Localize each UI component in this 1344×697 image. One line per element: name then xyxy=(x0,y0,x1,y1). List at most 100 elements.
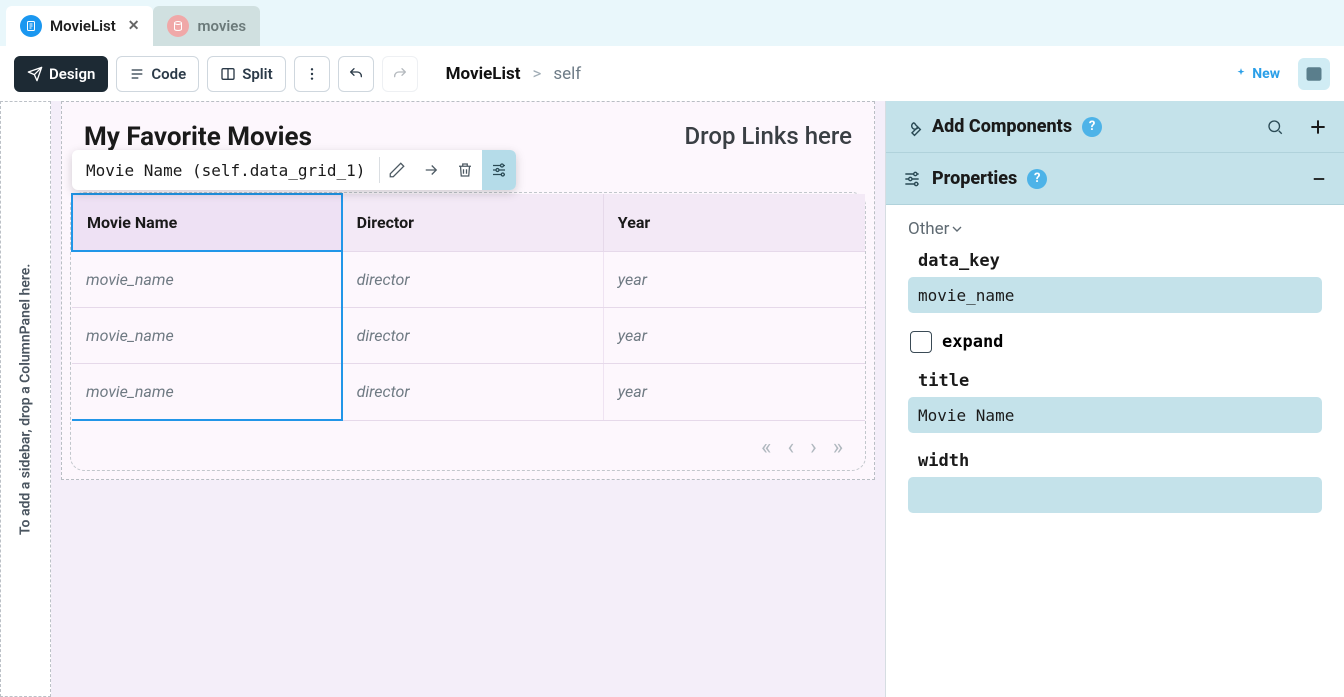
search-icon[interactable] xyxy=(1266,118,1284,136)
tab-label: movies xyxy=(197,17,246,35)
prop-label: width xyxy=(908,451,1322,471)
tab-movielist[interactable]: MovieList ✕ xyxy=(6,6,153,46)
undo-button[interactable] xyxy=(338,56,374,92)
plus-icon[interactable] xyxy=(1308,117,1328,137)
design-button[interactable]: Design xyxy=(14,56,108,92)
sparkle-icon xyxy=(1234,67,1248,81)
grid-cell: movie_name xyxy=(72,364,342,421)
grid-cell: director xyxy=(342,251,604,308)
paper-plane-icon xyxy=(27,66,43,82)
grid-header-row: Movie Name Director Year xyxy=(72,194,865,251)
dots-vertical-icon xyxy=(304,66,320,82)
tab-movies[interactable]: movies xyxy=(153,6,260,46)
properties-label: Properties xyxy=(932,168,1017,189)
settings-button[interactable] xyxy=(482,150,516,190)
grid-cell: movie_name xyxy=(72,308,342,364)
split-button[interactable]: Split xyxy=(207,56,285,92)
close-icon[interactable]: ✕ xyxy=(128,18,140,34)
split-label: Split xyxy=(242,65,272,83)
other-group[interactable]: Other xyxy=(908,219,1322,239)
prop-width: width xyxy=(908,451,1322,513)
properties-body: Other data_key expand title width xyxy=(886,205,1344,545)
expand-checkbox[interactable] xyxy=(910,331,932,353)
design-label: Design xyxy=(49,65,95,83)
new-label: New xyxy=(1252,66,1280,82)
grid-header-director[interactable]: Director xyxy=(342,194,604,251)
add-components-header[interactable]: Add Components ? xyxy=(886,101,1344,153)
form-icon xyxy=(20,15,42,37)
properties-header[interactable]: Properties ? xyxy=(886,153,1344,205)
properties-section: Properties ? Other data_key expand xyxy=(886,153,1344,545)
db-icon xyxy=(167,15,189,37)
add-components-label: Add Components xyxy=(932,116,1072,137)
table-row[interactable]: movie_name director year xyxy=(72,308,865,364)
page-title[interactable]: My Favorite Movies xyxy=(84,122,312,152)
add-components-section: Add Components ? xyxy=(886,101,1344,153)
pencil-icon xyxy=(388,161,406,179)
sliders-icon xyxy=(902,169,922,189)
chevron-down-icon xyxy=(949,221,965,237)
width-input[interactable] xyxy=(908,477,1322,513)
data-grid[interactable]: Movie Name Director Year movie_name dire… xyxy=(70,192,866,471)
sidebar-dropzone[interactable]: To add a sidebar, drop a ColumnPanel her… xyxy=(0,101,51,697)
canvas-inner: My Favorite Movies Drop Links here Movie… xyxy=(51,101,885,697)
table-row[interactable]: movie_name director year xyxy=(72,364,865,421)
breadcrumb: MovieList > self xyxy=(446,64,582,84)
page-prev-icon[interactable]: ‹ xyxy=(787,435,794,460)
code-button[interactable]: Code xyxy=(116,56,199,92)
edit-bar-title: Movie Name (self.data_grid_1) xyxy=(72,161,379,180)
table-row[interactable]: movie_name director year xyxy=(72,251,865,308)
prop-label: title xyxy=(908,371,1322,391)
chevron-right-icon: > xyxy=(532,64,541,84)
breadcrumb-leaf[interactable]: self xyxy=(553,64,581,84)
grid-cell: director xyxy=(342,364,604,421)
prop-expand[interactable]: expand xyxy=(908,331,1322,353)
grid-header-movie-name[interactable]: Movie Name xyxy=(72,194,342,251)
prop-title: title xyxy=(908,371,1322,433)
goto-button[interactable] xyxy=(414,150,448,190)
toggle-panel-button[interactable] xyxy=(1298,58,1330,90)
page-last-icon[interactable]: » xyxy=(833,435,843,460)
canvas-area: To add a sidebar, drop a ColumnPanel her… xyxy=(0,101,885,697)
undo-icon xyxy=(348,66,364,82)
form-panel[interactable]: My Favorite Movies Drop Links here Movie… xyxy=(61,101,875,480)
workspace: To add a sidebar, drop a ColumnPanel her… xyxy=(0,101,1344,697)
grid-pagination: « ‹ › » xyxy=(71,421,865,460)
page-first-icon[interactable]: « xyxy=(761,435,771,460)
data-key-input[interactable] xyxy=(908,277,1322,313)
page-next-icon[interactable]: › xyxy=(810,435,817,460)
help-icon[interactable]: ? xyxy=(1082,117,1102,137)
new-button[interactable]: New xyxy=(1234,66,1280,82)
grid-header-year[interactable]: Year xyxy=(603,194,865,251)
split-icon xyxy=(220,66,236,82)
title-input[interactable] xyxy=(908,397,1322,433)
other-label: Other xyxy=(908,219,949,239)
toolbar: Design Code Split MovieList > self New xyxy=(0,46,1344,101)
panel-right-icon xyxy=(1305,65,1323,83)
help-icon[interactable]: ? xyxy=(1027,169,1047,189)
right-panel: Add Components ? Properties ? Other xyxy=(885,101,1344,697)
grid-cell: year xyxy=(603,308,865,364)
tabs-bar: MovieList ✕ movies xyxy=(0,0,1344,46)
code-label: Code xyxy=(151,65,186,83)
breadcrumb-root[interactable]: MovieList xyxy=(446,64,521,84)
delete-button[interactable] xyxy=(448,150,482,190)
list-icon xyxy=(129,66,145,82)
trash-icon xyxy=(456,161,474,179)
redo-button[interactable] xyxy=(382,56,418,92)
more-button[interactable] xyxy=(294,56,330,92)
redo-icon xyxy=(392,66,408,82)
prop-data-key: data_key xyxy=(908,251,1322,313)
prop-label: data_key xyxy=(908,251,1322,271)
grid-cell: year xyxy=(603,251,865,308)
grid-cell: director xyxy=(342,308,604,364)
minus-icon[interactable] xyxy=(1310,170,1328,188)
grid-cell: year xyxy=(603,364,865,421)
edit-bar: Movie Name (self.data_grid_1) xyxy=(72,150,516,190)
links-dropzone[interactable]: Drop Links here xyxy=(685,122,853,152)
wrench-icon xyxy=(902,117,922,137)
expand-label: expand xyxy=(942,332,1003,352)
tab-label: MovieList xyxy=(50,17,116,35)
edit-button[interactable] xyxy=(380,150,414,190)
sliders-icon xyxy=(490,161,508,179)
